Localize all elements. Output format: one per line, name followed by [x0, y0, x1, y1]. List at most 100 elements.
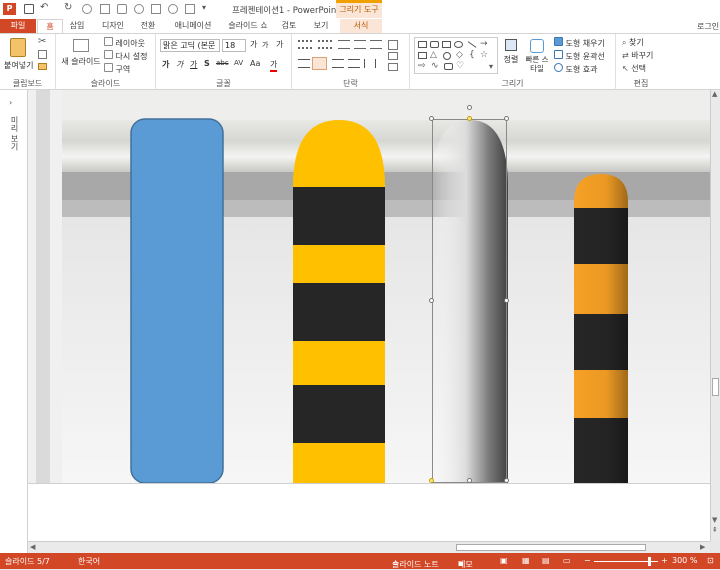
grow-font-button[interactable]: 가: [250, 39, 257, 50]
qat-dropdown-icon[interactable]: ▾: [202, 3, 206, 12]
align-right-icon[interactable]: [332, 59, 344, 68]
selection-box[interactable]: [432, 119, 507, 483]
font-size-select[interactable]: 18: [222, 39, 246, 52]
clear-format-button[interactable]: 가: [276, 39, 283, 50]
language-indicator[interactable]: 한국어: [78, 556, 100, 567]
copy-icon[interactable]: [38, 50, 47, 59]
tab-design[interactable]: 디자인: [96, 19, 130, 33]
increase-indent-icon[interactable]: [354, 40, 366, 49]
scroll-down-icon[interactable]: ▼: [712, 516, 717, 524]
shapes-gallery[interactable]: → △ ◇ { ☆ ⇨ ∿ ♡ ▾: [414, 37, 498, 74]
qat-icon-4[interactable]: [134, 4, 144, 14]
shape-brace-icon[interactable]: {: [469, 50, 475, 60]
horizontal-scroll-thumb[interactable]: [456, 544, 646, 551]
shrink-font-button[interactable]: 가: [262, 40, 268, 50]
font-color-button[interactable]: 가: [270, 59, 278, 72]
resize-handle-tr[interactable]: [504, 116, 509, 121]
shape-rect-icon[interactable]: [418, 41, 427, 48]
rotate-handle[interactable]: [467, 105, 472, 110]
underline-button[interactable]: 가: [190, 59, 197, 70]
shape-outline-button[interactable]: 도형 윤곽선: [554, 50, 605, 62]
tab-animations[interactable]: 애니메이션: [168, 19, 218, 33]
save-icon[interactable]: [24, 4, 34, 14]
shape-oval-icon[interactable]: [454, 41, 463, 48]
paste-button[interactable]: 붙여넣기: [4, 36, 33, 74]
slideshow-icon[interactable]: ▭: [563, 556, 571, 565]
char-spacing-button[interactable]: AV: [234, 59, 243, 67]
shape-wave-icon[interactable]: ∿: [431, 61, 439, 71]
slide-sorter-icon[interactable]: ▦: [522, 556, 530, 565]
replace-button[interactable]: ⇄ 바꾸기: [622, 50, 653, 61]
zoom-slider[interactable]: [594, 557, 658, 566]
shape-rect2-icon[interactable]: [442, 41, 451, 48]
tab-format[interactable]: 서식: [340, 19, 382, 33]
zoom-out-icon[interactable]: −: [584, 556, 591, 565]
find-button[interactable]: ⌕ 찾기: [622, 37, 644, 48]
strikethrough-button[interactable]: abc: [216, 59, 229, 67]
scroll-left-icon[interactable]: ◀: [30, 543, 35, 551]
resize-handle-tc[interactable]: [467, 116, 472, 121]
font-name-select[interactable]: 맑은 고딕 (본문: [160, 39, 220, 52]
shape-circle-icon[interactable]: [443, 52, 451, 60]
shape-callout-icon[interactable]: [444, 63, 453, 70]
slide-canvas[interactable]: [28, 90, 710, 483]
resize-handle-ml[interactable]: [429, 298, 434, 303]
shape-heart-icon[interactable]: ♡: [456, 61, 464, 71]
shape-effects-button[interactable]: 도형 효과: [554, 63, 598, 75]
shape-arrow-icon[interactable]: →: [480, 39, 488, 49]
new-slide-button[interactable]: 새 슬라이드: [60, 36, 102, 74]
format-painter-icon[interactable]: [38, 63, 47, 70]
notes-pane[interactable]: [28, 483, 710, 541]
smartart-icon[interactable]: [388, 63, 398, 71]
cut-icon[interactable]: ✂: [38, 36, 46, 47]
align-center-icon[interactable]: [312, 57, 327, 70]
shape-rounded-rect-icon[interactable]: [430, 41, 439, 48]
scroll-right-icon[interactable]: ▶: [700, 543, 705, 551]
scroll-up-icon[interactable]: ▲: [712, 90, 717, 98]
section-button[interactable]: 구역: [104, 63, 130, 75]
tab-transitions[interactable]: 전환: [134, 19, 162, 33]
zoom-level[interactable]: 300 %: [672, 556, 697, 565]
tab-review[interactable]: 검토: [276, 19, 302, 33]
redo-icon[interactable]: ↻: [64, 2, 72, 13]
shape-more-icon[interactable]: ▾: [489, 62, 493, 71]
justify-icon[interactable]: [348, 59, 360, 68]
sign-in-link[interactable]: 로그인: [697, 21, 719, 32]
numbering-icon[interactable]: [318, 40, 332, 49]
reset-button[interactable]: 다시 설정: [104, 50, 148, 62]
bold-button[interactable]: 가: [162, 59, 169, 70]
decrease-indent-icon[interactable]: [338, 40, 350, 49]
qat-icon-1[interactable]: [82, 4, 92, 14]
expand-panel-icon[interactable]: ›: [9, 98, 12, 107]
shape-textbox-icon[interactable]: [418, 52, 427, 59]
shape-diamond-icon[interactable]: ◇: [456, 50, 463, 60]
shape-triangle-icon[interactable]: △: [430, 50, 437, 60]
undo-icon[interactable]: ↶: [40, 2, 48, 13]
shape-line-icon[interactable]: [467, 41, 477, 48]
layout-button[interactable]: 레이아웃: [104, 37, 145, 49]
change-case-button[interactable]: Aa: [250, 59, 260, 68]
quick-styles-button[interactable]: 빠른 스타일: [523, 37, 551, 75]
fit-to-window-icon[interactable]: ⊡: [707, 556, 714, 565]
italic-button[interactable]: 가: [176, 59, 183, 70]
columns-icon[interactable]: [364, 59, 376, 68]
qat-icon-2[interactable]: [100, 4, 110, 14]
reading-view-icon[interactable]: ▤: [542, 556, 550, 565]
bullets-icon[interactable]: [298, 40, 312, 49]
shape-star-icon[interactable]: ☆: [480, 50, 488, 60]
prev-slide-icon[interactable]: ⇞: [712, 526, 718, 534]
qat-icon-6[interactable]: [168, 4, 178, 14]
tab-insert[interactable]: 삽입: [63, 19, 91, 33]
vertical-scrollbar[interactable]: ▲ ▼ ⇞: [710, 90, 720, 541]
arrange-button[interactable]: 정렬: [500, 37, 522, 75]
align-left-icon[interactable]: [298, 59, 310, 68]
shape-arrow2-icon[interactable]: ⇨: [418, 61, 426, 71]
line-spacing-icon[interactable]: [370, 40, 382, 49]
qat-icon-5[interactable]: [151, 4, 161, 14]
shape-fill-button[interactable]: 도형 채우기: [554, 37, 605, 49]
select-button[interactable]: ↖ 선택: [622, 63, 646, 74]
text-direction-icon[interactable]: [388, 40, 398, 50]
zoom-in-icon[interactable]: +: [661, 556, 668, 565]
resize-handle-tl[interactable]: [429, 116, 434, 121]
shadow-button[interactable]: S: [204, 59, 210, 68]
